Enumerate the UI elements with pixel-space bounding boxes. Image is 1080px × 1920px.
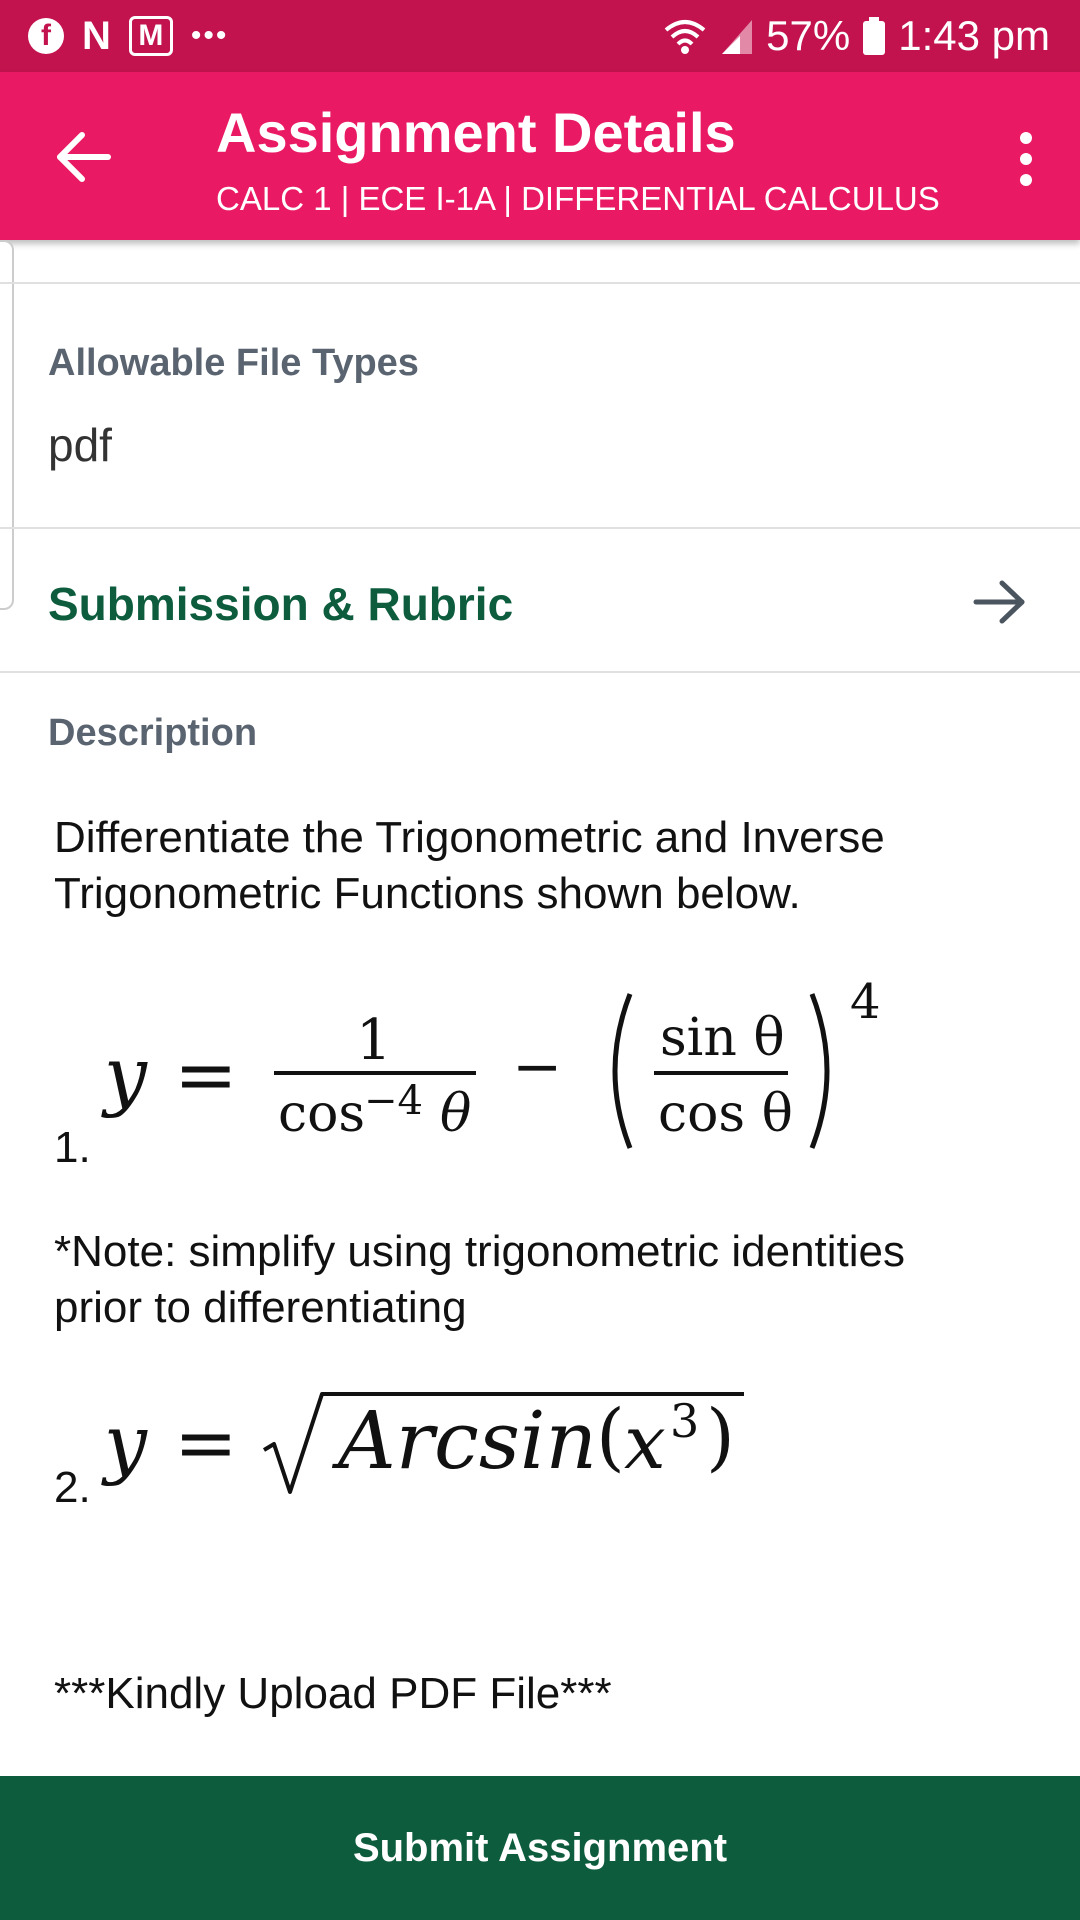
system-indicators: 57% 1:43 pm: [662, 12, 1050, 60]
note-line1: *Note: simplify using trigonometric iden…: [54, 1227, 906, 1276]
back-button[interactable]: [50, 122, 120, 192]
formula2-x: x: [624, 1400, 666, 1486]
formula2-paren-open: (: [596, 1394, 625, 1480]
status-bar: f N M ••• 57% 1:43 pm: [0, 0, 1080, 72]
description-label: Description: [48, 712, 258, 754]
formula1-den-exponent: −4: [364, 1078, 423, 1124]
n-app-icon: N: [82, 13, 111, 58]
facebook-icon: f: [28, 18, 64, 54]
formula1-den-theta: θ: [440, 1084, 472, 1144]
formula1-numerator: 1: [356, 1008, 392, 1073]
file-types-value: pdf: [48, 419, 112, 471]
formula2-exponent: 3: [670, 1394, 700, 1448]
description-intro-line1: Differentiate the Trigonometric and Inve…: [54, 813, 885, 862]
formula1-frac-numerator: sin θ: [660, 1008, 785, 1068]
arrow-right-icon: [972, 577, 1028, 627]
formula1-den-cos: cos: [278, 1084, 366, 1144]
more-notifications-icon: •••: [190, 19, 229, 52]
formula1-equals: =: [174, 1030, 238, 1119]
m-app-icon: M: [128, 16, 173, 56]
formula1-y: y: [104, 1030, 147, 1119]
formula2-y: y: [104, 1398, 147, 1487]
file-types-label: Allowable File Types: [48, 342, 419, 384]
page-title: Assignment Details: [216, 101, 736, 164]
formula2-equals: =: [174, 1398, 238, 1487]
clock: 1:43 pm: [898, 12, 1050, 59]
submission-rubric-link[interactable]: Submission & Rubric: [0, 531, 1080, 673]
formula1-minus: −: [512, 1032, 563, 1102]
formula2-arcsin: Arcsin: [338, 1394, 597, 1487]
back-arrow-icon: [57, 132, 111, 182]
divider: [0, 527, 1080, 529]
wifi-icon: [662, 16, 708, 56]
formula1-fraction-bar: [274, 1071, 476, 1075]
note-line2: prior to differentiating: [54, 1283, 467, 1332]
app-bar: Assignment Details CALC 1 | ECE I-1A | D…: [0, 72, 1080, 240]
formula1-power: 4: [850, 974, 881, 1030]
notification-icons: f N M •••: [28, 12, 228, 60]
divider: [0, 671, 1080, 673]
signal-icon: [720, 16, 754, 56]
upload-note: ***Kindly Upload PDF File***: [54, 1669, 612, 1718]
description-intro-line2: Trigonometric Functions shown below.: [54, 869, 801, 918]
item-number-1: 1.: [54, 1123, 91, 1172]
divider: [0, 282, 1080, 284]
formula1-inner-fraction-bar: [654, 1071, 788, 1075]
battery-icon: [862, 16, 886, 56]
submit-assignment-button[interactable]: Submit Assignment: [0, 1776, 1080, 1920]
battery-percent: 57%: [766, 12, 851, 59]
formula1-frac-denominator: cos θ: [658, 1084, 793, 1144]
overflow-menu-button[interactable]: [1006, 124, 1046, 194]
formula2-paren-close: ): [706, 1394, 735, 1480]
more-vert-icon: [1020, 132, 1032, 144]
course-breadcrumb: CALC 1 | ECE I-1A | DIFFERENTIAL CALCULU…: [216, 180, 940, 217]
submission-rubric-label: Submission & Rubric: [48, 578, 514, 630]
